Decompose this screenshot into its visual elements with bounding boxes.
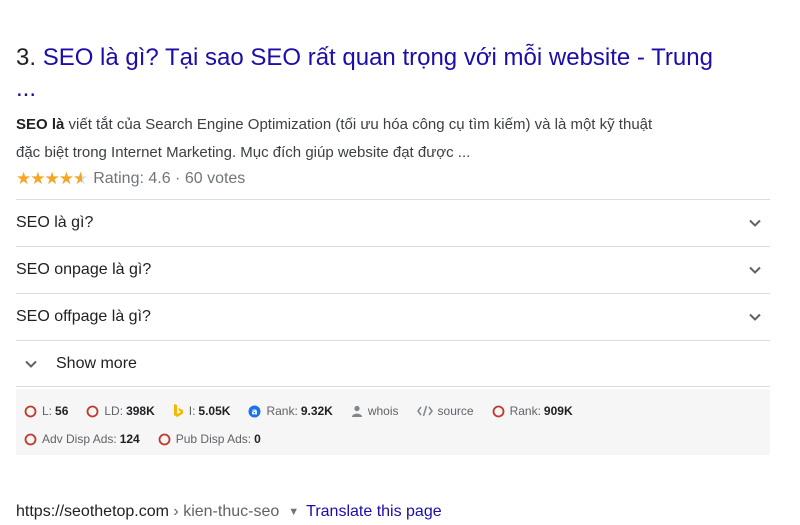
faq-item-seo[interactable]: SEO là gì? — [16, 199, 770, 246]
faq-item-seo-offpage[interactable]: SEO offpage là gì? — [16, 293, 770, 340]
metric-label: Rank: — [509, 404, 541, 418]
circle-icon — [492, 405, 504, 417]
result-title-link[interactable]: 3. SEO là gì? Tại sao SEO rất quan trọng… — [16, 42, 770, 104]
cite-path: kien-thuc-seo — [183, 503, 280, 520]
chevron-down-icon — [749, 313, 761, 321]
seo-metrics-line-1: L: 56 LD: 398K I: 5.05K a Rank: 9.32K whois … — [24, 397, 770, 425]
metric-pub-disp-ads[interactable]: Pub Disp Ads: 0 — [158, 432, 261, 446]
snippet-line-2: đặc biệt trong Internet Marketing. Mục đ… — [16, 144, 471, 161]
metric-value: 909K — [543, 404, 573, 418]
result-title-ellipsis: ... — [16, 75, 37, 102]
metric-label: whois — [367, 404, 399, 418]
metric-alexa-rank[interactable]: a Rank: 9.32K — [248, 404, 333, 418]
metric-label: Pub Disp Ads: — [175, 432, 252, 446]
svg-text:a: a — [252, 407, 258, 417]
faq-question: SEO offpage là gì? — [16, 308, 151, 325]
alexa-icon: a — [248, 405, 261, 417]
metric-value: 398K — [126, 404, 155, 418]
metric-label: LD: — [104, 404, 124, 418]
metric-label: I: — [188, 404, 196, 418]
chevron-down-icon — [749, 219, 761, 227]
seo-metrics-line-2: Adv Disp Ads: 124 Pub Disp Ads: 0 — [24, 425, 770, 453]
cite-url[interactable]: https://seothetop.com — [16, 503, 169, 521]
translate-link[interactable]: Translate this page — [306, 503, 441, 521]
caret-down-icon[interactable]: ▼ — [288, 506, 299, 518]
show-more-button[interactable]: Show more — [16, 340, 770, 387]
circle-icon — [158, 433, 171, 445]
faq-question: SEO onpage là gì? — [16, 261, 152, 278]
metric-value: 5.05K — [198, 404, 231, 418]
metric-source[interactable]: source — [416, 404, 474, 418]
faq-question: SEO là gì? — [16, 214, 94, 231]
chevron-down-icon — [25, 360, 37, 368]
chevron-down-icon — [749, 266, 761, 274]
metric-bing-index[interactable]: I: 5.05K — [173, 404, 231, 418]
result-title-text: SEO là gì? Tại sao SEO rất quan trọng vớ… — [42, 44, 713, 71]
metric-label: Rank: — [266, 404, 298, 418]
result-cite: https://seothetop.com › kien-thuc-seo ▼ … — [16, 503, 442, 521]
faq-item-seo-onpage[interactable]: SEO onpage là gì? — [16, 246, 770, 293]
circle-icon — [24, 405, 37, 417]
metric-label: Adv Disp Ads: — [42, 432, 117, 446]
metric-linking-domains[interactable]: LD: 398K — [86, 404, 155, 418]
metric-value: 56 — [55, 404, 69, 418]
rating-text: Rating: 4.6 · 60 votes — [93, 170, 246, 187]
search-result: 3. SEO là gì? Tại sao SEO rất quan trọng… — [16, 0, 770, 455]
metric-value: 9.32K — [300, 404, 333, 418]
metric-links[interactable]: L: 56 — [24, 404, 68, 418]
metric-label: source — [437, 404, 474, 418]
code-icon — [416, 405, 433, 417]
metric-value: 0 — [254, 432, 261, 446]
rating-stars-icon: ★★★★★ ★ — [16, 169, 88, 188]
metric-adv-disp-ads[interactable]: Adv Disp Ads: 124 — [24, 432, 140, 446]
metric-whois[interactable]: whois — [351, 404, 399, 418]
seo-metrics-panel: L: 56 LD: 398K I: 5.05K a Rank: 9.32K whois … — [16, 389, 770, 455]
metric-value: 124 — [119, 432, 140, 446]
snippet-line-1: viết tắt của Search Engine Optimization … — [64, 116, 653, 133]
result-snippet: SEO là viết tắt của Search Engine Optimi… — [16, 111, 770, 167]
circle-icon — [24, 433, 37, 445]
metric-semrush-rank[interactable]: Rank: 909K — [492, 404, 573, 418]
snippet-bold: SEO là — [16, 116, 65, 133]
rating: ★★★★★ ★ Rating: 4.6 · 60 votes — [16, 167, 770, 191]
result-number: 3. — [16, 44, 37, 71]
bing-icon — [173, 404, 183, 417]
circle-icon — [86, 405, 99, 417]
cite-separator: › — [168, 503, 184, 520]
show-more-label: Show more — [56, 354, 137, 372]
person-icon — [351, 405, 362, 417]
faq-list: SEO là gì? SEO onpage là gì? SEO offpage… — [16, 199, 770, 387]
metric-label: L: — [42, 404, 53, 418]
